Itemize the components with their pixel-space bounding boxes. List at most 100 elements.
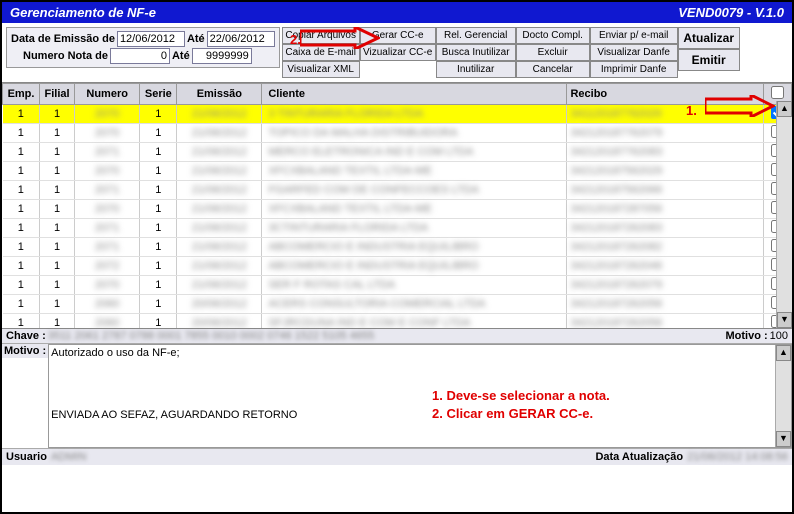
cell-filial: 1 [40,238,75,257]
motivo-textarea[interactable]: Autorizado o uso da NF-e; ENVIADA AO SEF… [48,344,792,448]
input-numero-nota-de[interactable] [110,48,170,64]
cell-cliente: ACERS CONSULTORIA COMERCIAL LTDA [262,295,567,314]
button-visualizar-cce[interactable]: Vizualizar CC-e [360,44,436,61]
cell-numero: 2060 [74,314,139,330]
cell-emissao: 21/06/2012 [177,200,262,219]
value-motivo-num: 100 [770,330,788,342]
cell-filial: 1 [40,219,75,238]
table-row[interactable]: 112060120/06/2012SFJRCDUNA IND E COM E C… [3,314,792,330]
cell-cliente: ABCOMERCIO E INDUSTRIA EQUILIBRO [262,257,567,276]
value-data-atualizacao: 21/06/2012 14:08:56 [687,451,788,463]
cell-numero: 2071 [74,143,139,162]
label-data-atualizacao: Data Atualização [595,451,683,463]
cell-filial: 1 [40,276,75,295]
table-row[interactable]: 112070121/06/2012XFCXBALAND TEXTIL LTDA-… [3,200,792,219]
scroll-down-icon[interactable]: ▼ [777,312,792,328]
footer-usuario: Usuario ADMIN Data Atualização 21/06/201… [2,449,792,465]
filter-block: Data de Emissão de Até Numero Nota de At… [6,27,280,68]
cell-recibo: 342120187262056 [567,314,763,330]
cell-recibo: 342120187562029 [567,162,763,181]
cell-serie: 1 [140,295,177,314]
cell-serie: 1 [140,124,177,143]
th-filial[interactable]: Filial [40,84,75,105]
th-emissao[interactable]: Emissão [177,84,262,105]
cell-cliente: ABCOMERCIO E INDUSTRIA EQUILIBRO [262,238,567,257]
button-atualizar[interactable]: Atualizar [678,27,740,49]
cell-emissao: 21/06/2012 [177,181,262,200]
cell-filial: 1 [40,257,75,276]
table-row[interactable]: 112070121/06/2012TOPICO DA MALHA DISTRIB… [3,124,792,143]
th-numero[interactable]: Numero [74,84,139,105]
motivo-scrollbar[interactable]: ▲ ▼ [775,345,791,447]
th-serie[interactable]: Serie [140,84,177,105]
cell-recibo: 342120187762079 [567,124,763,143]
label-numero-nota: Numero Nota de [23,50,108,62]
app-version: VEND0079 - V.1.0 [678,5,784,20]
scroll-up-icon[interactable]: ▲ [777,101,792,117]
button-emitir[interactable]: Emitir [678,49,740,71]
cell-recibo: 342120187262082 [567,238,763,257]
button-copiar-arquivos[interactable]: Copiar Arquivos [282,27,360,44]
footer-chave: Chave : 3511 2061 2787 0788 0001 7855 00… [2,329,792,344]
label-motivo: Motivo : [2,344,48,358]
cell-serie: 1 [140,143,177,162]
input-data-emissao-de[interactable] [117,31,185,47]
cell-recibo: 342120187262079 [567,276,763,295]
table-row[interactable]: 112071121/06/20123CTINTURARIA FLORIDA LT… [3,219,792,238]
cell-numero: 2070 [74,162,139,181]
cell-serie: 1 [140,162,177,181]
grid-scrollbar[interactable]: ▲ ▼ [776,101,792,328]
checkbox-all[interactable] [771,86,784,99]
button-busca-inutilizar[interactable]: Busca Inutilizar [436,44,516,61]
cell-emissao: 21/06/2012 [177,219,262,238]
motivo-line1: Autorizado o uso da NF-e; [51,347,789,359]
scroll-up-icon[interactable]: ▲ [776,345,791,361]
cell-recibo: 342120187262046 [567,257,763,276]
button-rel-gerencial[interactable]: Rel. Gerencial [436,27,516,44]
table-row[interactable]: 112071121/06/2012MERCO ELETRONICA IND E … [3,143,792,162]
cell-serie: 1 [140,200,177,219]
cell-emp: 1 [3,257,40,276]
button-enviar-email[interactable]: Enviar p/ e-mail [590,27,678,44]
th-cliente[interactable]: Cliente [262,84,567,105]
button-docto-compl[interactable]: Docto Compl. [516,27,590,44]
button-caixa-email[interactable]: Caixa de E-mail [282,44,360,61]
cell-recibo: 342120187262056 [567,295,763,314]
table-row[interactable]: 112070121/06/2012XFCXBALAND TEXTIL LTDA-… [3,162,792,181]
table-row[interactable]: 112072121/06/2012ABCOMERCIO E INDUSTRIA … [3,257,792,276]
cell-filial: 1 [40,200,75,219]
table-row[interactable]: 112070121/06/2012SER F ROTAS CAL LTDA342… [3,276,792,295]
button-cancelar[interactable]: Cancelar [516,61,590,78]
table-row[interactable]: 112070121/06/20123 TINTURARIA FLORIDA LT… [3,105,792,124]
cell-filial: 1 [40,181,75,200]
button-visualizar-danfe[interactable]: Visualizar Danfe [590,44,678,61]
button-visualizar-xml[interactable]: Visualizar XML [282,61,360,78]
table-row[interactable]: 112060120/06/2012ACERS CONSULTORIA COMER… [3,295,792,314]
button-imprimir-danfe[interactable]: Imprimir Danfe [590,61,678,78]
title-bar: Gerenciamento de NF-e VEND0079 - V.1.0 [2,2,792,23]
value-usuario: ADMIN [51,451,86,463]
button-inutilizar[interactable]: Inutilizar [436,61,516,78]
cell-cliente: XFCXBALAND TEXTIL LTDA-ME [262,162,567,181]
button-gerar-cce[interactable]: Gerar CC-e [360,27,436,44]
cell-filial: 1 [40,314,75,330]
value-chave: 3511 2061 2787 0788 0001 7855 0010 0002 … [48,330,374,342]
cell-numero: 2071 [74,181,139,200]
motivo-line2: ENVIADA AO SEFAZ, AGUARDANDO RETORNO [51,409,789,421]
cell-cliente: SER F ROTAS CAL LTDA [262,276,567,295]
cell-emissao: 21/06/2012 [177,162,262,181]
cell-emissao: 21/06/2012 [177,276,262,295]
grid-table: Emp. Filial Numero Serie Emissão Cliente… [2,83,792,329]
button-excluir[interactable]: Excluir [516,44,590,61]
input-data-emissao-ate[interactable] [207,31,275,47]
cell-numero: 2070 [74,124,139,143]
th-recibo[interactable]: Recibo [567,84,763,105]
input-numero-nota-ate[interactable] [192,48,252,64]
table-row[interactable]: 112071121/06/2012FGARFED COM DE CONFECCO… [3,181,792,200]
cell-filial: 1 [40,162,75,181]
cell-recibo: 342120187562066 [567,181,763,200]
scroll-down-icon[interactable]: ▼ [776,431,791,447]
grid-wrap: Emp. Filial Numero Serie Emissão Cliente… [2,82,792,329]
table-row[interactable]: 112071121/06/2012ABCOMERCIO E INDUSTRIA … [3,238,792,257]
th-emp[interactable]: Emp. [3,84,40,105]
